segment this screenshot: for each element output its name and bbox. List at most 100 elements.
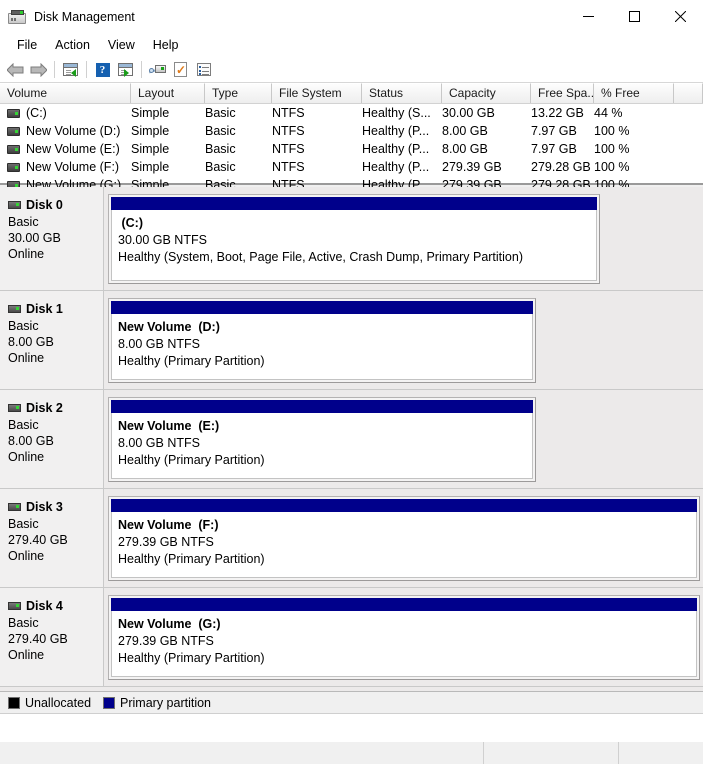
cell-capacity: 279.39 GB [442, 160, 531, 174]
disk-row[interactable]: Disk 0 Basic 30.00 GB Online (C:) 30.00 … [0, 187, 703, 291]
partition-color-bar [111, 301, 533, 314]
up-one-level-icon [63, 63, 78, 76]
show-list-view-icon [197, 63, 211, 76]
disk-graphic: (C:) 30.00 GB NTFS Healthy (System, Boot… [104, 187, 703, 290]
menu-help[interactable]: Help [144, 36, 188, 54]
partition-drive-letter: (C:) [121, 216, 143, 230]
partition-label: New Volume (E:) [118, 418, 532, 435]
forward-icon [30, 63, 47, 77]
back-icon [7, 63, 24, 77]
cell-status: Healthy (P... [362, 142, 442, 156]
partition-status: Healthy (Primary Partition) [118, 452, 532, 469]
properties-button[interactable]: ✓ [169, 59, 192, 81]
cell-volume-label: New Volume (F:) [26, 160, 119, 174]
cell-volume: New Volume (E:) [0, 142, 131, 156]
column-header-volume[interactable]: Volume [0, 83, 131, 103]
partition-label: New Volume (F:) [118, 517, 696, 534]
table-row[interactable]: (C:) Simple Basic NTFS Healthy (S... 30.… [0, 104, 703, 122]
disk-info-panel[interactable]: Disk 0 Basic 30.00 GB Online [0, 187, 104, 290]
volume-list-header: Volume Layout Type File System Status Ca… [0, 83, 703, 104]
disk-type: Basic [8, 318, 103, 334]
rescan-disks-button[interactable] [146, 59, 169, 81]
column-header-free-space[interactable]: Free Spa... [531, 83, 594, 103]
partition-drive-letter: (F:) [198, 518, 218, 532]
disk-title: Disk 1 [8, 301, 103, 317]
cell-percent-free: 100 % [594, 142, 674, 156]
disk-type: Basic [8, 417, 103, 433]
toolbar-separator [54, 61, 55, 78]
disk-type: Basic [8, 214, 103, 230]
column-header-type[interactable]: Type [205, 83, 272, 103]
legend-label-unallocated: Unallocated [25, 696, 91, 710]
partition-details: New Volume (D:) 8.00 GB NTFS Healthy (Pr… [111, 314, 533, 380]
partition-block[interactable]: (C:) 30.00 GB NTFS Healthy (System, Boot… [108, 194, 600, 284]
partition-size-fs: 8.00 GB NTFS [118, 435, 532, 452]
window-title: Disk Management [34, 10, 135, 24]
column-header-status[interactable]: Status [362, 83, 442, 103]
cell-free-space: 279.28 GB [531, 160, 594, 174]
disk-name: Disk 3 [26, 499, 63, 515]
disk-icon [8, 305, 21, 313]
partition-block[interactable]: New Volume (G:) 279.39 GB NTFS Healthy (… [108, 595, 700, 680]
minimize-button[interactable] [565, 0, 611, 33]
disk-info-panel[interactable]: Disk 2 Basic 8.00 GB Online [0, 390, 104, 488]
column-header-file-system[interactable]: File System [272, 83, 362, 103]
disk-graphic-pane: Disk 0 Basic 30.00 GB Online (C:) 30.00 … [0, 187, 703, 692]
column-header-capacity[interactable]: Capacity [442, 83, 531, 103]
partition-size-fs: 30.00 GB NTFS [118, 232, 596, 249]
status-pane-2 [484, 742, 619, 764]
partition-size-fs: 8.00 GB NTFS [118, 336, 532, 353]
partition-volume-name: New Volume [118, 320, 191, 334]
partition-block[interactable]: New Volume (D:) 8.00 GB NTFS Healthy (Pr… [108, 298, 536, 383]
back-button[interactable] [4, 59, 27, 81]
cell-free-space: 7.97 GB [531, 142, 594, 156]
disk-icon [8, 503, 21, 511]
table-row[interactable]: New Volume (E:) Simple Basic NTFS Health… [0, 140, 703, 158]
disk-row[interactable]: Disk 4 Basic 279.40 GB Online New Volume… [0, 588, 703, 687]
table-row[interactable]: New Volume (D:) Simple Basic NTFS Health… [0, 122, 703, 140]
cell-file-system: NTFS [272, 106, 362, 120]
maximize-button[interactable] [611, 0, 657, 33]
disk-info-panel[interactable]: Disk 3 Basic 279.40 GB Online [0, 489, 104, 587]
show-action-pane-button[interactable] [114, 59, 137, 81]
up-one-level-button[interactable] [59, 59, 82, 81]
legend-label-primary-partition: Primary partition [120, 696, 211, 710]
disk-size: 30.00 GB [8, 230, 103, 246]
partition-size-fs: 279.39 GB NTFS [118, 633, 696, 650]
partition-details: (C:) 30.00 GB NTFS Healthy (System, Boot… [111, 210, 597, 281]
help-button[interactable]: ? [91, 59, 114, 81]
disk-size: 8.00 GB [8, 433, 103, 449]
disk-info-panel[interactable]: Disk 4 Basic 279.40 GB Online [0, 588, 104, 686]
close-button[interactable] [657, 0, 703, 33]
menu-view[interactable]: View [99, 36, 144, 54]
partition-status: Healthy (Primary Partition) [118, 353, 532, 370]
partition-details: New Volume (F:) 279.39 GB NTFS Healthy (… [111, 512, 697, 578]
partition-block[interactable]: New Volume (F:) 279.39 GB NTFS Healthy (… [108, 496, 700, 581]
column-header-extra[interactable] [674, 83, 703, 103]
partition-block[interactable]: New Volume (E:) 8.00 GB NTFS Healthy (Pr… [108, 397, 536, 482]
status-pane-3 [619, 742, 703, 764]
cell-capacity: 8.00 GB [442, 124, 531, 138]
menu-file[interactable]: File [8, 36, 46, 54]
volume-list-pane: Volume Layout Type File System Status Ca… [0, 83, 703, 185]
help-icon: ? [96, 63, 110, 77]
cell-layout: Simple [131, 160, 205, 174]
disk-row[interactable]: Disk 2 Basic 8.00 GB Online New Volume (… [0, 390, 703, 489]
partition-volume-name: New Volume [118, 617, 191, 631]
forward-button[interactable] [27, 59, 50, 81]
column-header-layout[interactable]: Layout [131, 83, 205, 103]
toolbar-separator [86, 61, 87, 78]
menu-action[interactable]: Action [46, 36, 99, 54]
cell-volume: New Volume (D:) [0, 124, 131, 138]
disk-row[interactable]: Disk 1 Basic 8.00 GB Online New Volume (… [0, 291, 703, 390]
toolbar: ? ✓ [0, 57, 703, 83]
partition-drive-letter: (E:) [198, 419, 219, 433]
status-bar [0, 741, 703, 764]
disk-row[interactable]: Disk 3 Basic 279.40 GB Online New Volume… [0, 489, 703, 588]
table-row[interactable]: New Volume (F:) Simple Basic NTFS Health… [0, 158, 703, 176]
disk-info-panel[interactable]: Disk 1 Basic 8.00 GB Online [0, 291, 104, 389]
partition-color-bar [111, 598, 697, 611]
legend-item-unallocated: Unallocated [8, 696, 91, 710]
column-header-percent-free[interactable]: % Free [594, 83, 674, 103]
show-list-view-button[interactable] [192, 59, 215, 81]
